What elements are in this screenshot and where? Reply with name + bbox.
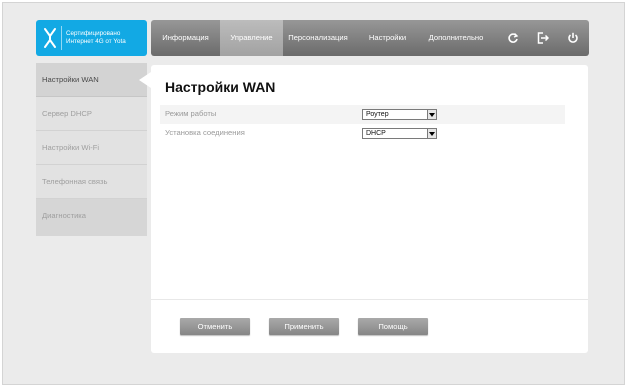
- nav-tab-information[interactable]: Информация: [151, 20, 220, 56]
- brand-logo[interactable]: Сертифицировано Интернет 4G от Yota: [36, 20, 147, 56]
- nav-tab-advanced[interactable]: Дополнительно: [422, 20, 490, 56]
- refresh-button[interactable]: [499, 20, 527, 56]
- connection-select[interactable]: DHCP: [362, 128, 437, 139]
- connection-label: Установка соединения: [165, 128, 245, 137]
- logo-text-line1: Сертифицировано: [66, 30, 121, 37]
- form-row-mode: Режим работы Роутер: [160, 105, 565, 124]
- nav-tab-management[interactable]: Управление: [220, 20, 283, 56]
- top-navigation: Информация Управление Персонализация Нас…: [151, 20, 589, 56]
- sidebar-item-dhcp[interactable]: Сервер DHCP: [36, 97, 147, 131]
- logout-button[interactable]: [529, 20, 557, 56]
- logo-divider: [61, 26, 62, 50]
- power-button[interactable]: [559, 20, 587, 56]
- power-icon: [568, 32, 578, 43]
- dropdown-arrow-icon: [427, 129, 436, 138]
- logo-text-line2: Интернет 4G от Yota: [66, 38, 126, 45]
- mode-select[interactable]: Роутер: [362, 109, 437, 120]
- sidebar: Настройки WAN Сервер DHCP Настройки Wi-F…: [36, 63, 147, 236]
- refresh-icon: [508, 33, 519, 43]
- form-row-connection: Установка соединения DHCP: [160, 124, 565, 143]
- connection-select-value: DHCP: [366, 130, 386, 137]
- divider: [151, 299, 588, 300]
- yota-logo-icon: [44, 28, 56, 48]
- nav-tab-personalization[interactable]: Персонализация: [283, 20, 353, 56]
- cancel-button[interactable]: Отменить: [180, 318, 250, 335]
- mode-label: Режим работы: [165, 109, 217, 118]
- page-title: Настройки WAN: [165, 79, 276, 95]
- dropdown-arrow-icon: [427, 110, 436, 119]
- apply-button[interactable]: Применить: [269, 318, 339, 335]
- sidebar-item-telephony[interactable]: Телефонная связь: [36, 165, 147, 199]
- help-button[interactable]: Помощь: [358, 318, 428, 335]
- mode-select-value: Роутер: [366, 111, 389, 118]
- sidebar-item-diagnostics[interactable]: Диагностика: [36, 199, 147, 236]
- sidebar-item-wan[interactable]: Настройки WAN: [36, 63, 147, 97]
- logout-icon: [537, 32, 549, 44]
- nav-tab-settings[interactable]: Настройки: [353, 20, 422, 56]
- active-item-pointer: [139, 72, 151, 88]
- sidebar-item-wifi[interactable]: Настройки Wi-Fi: [36, 131, 147, 165]
